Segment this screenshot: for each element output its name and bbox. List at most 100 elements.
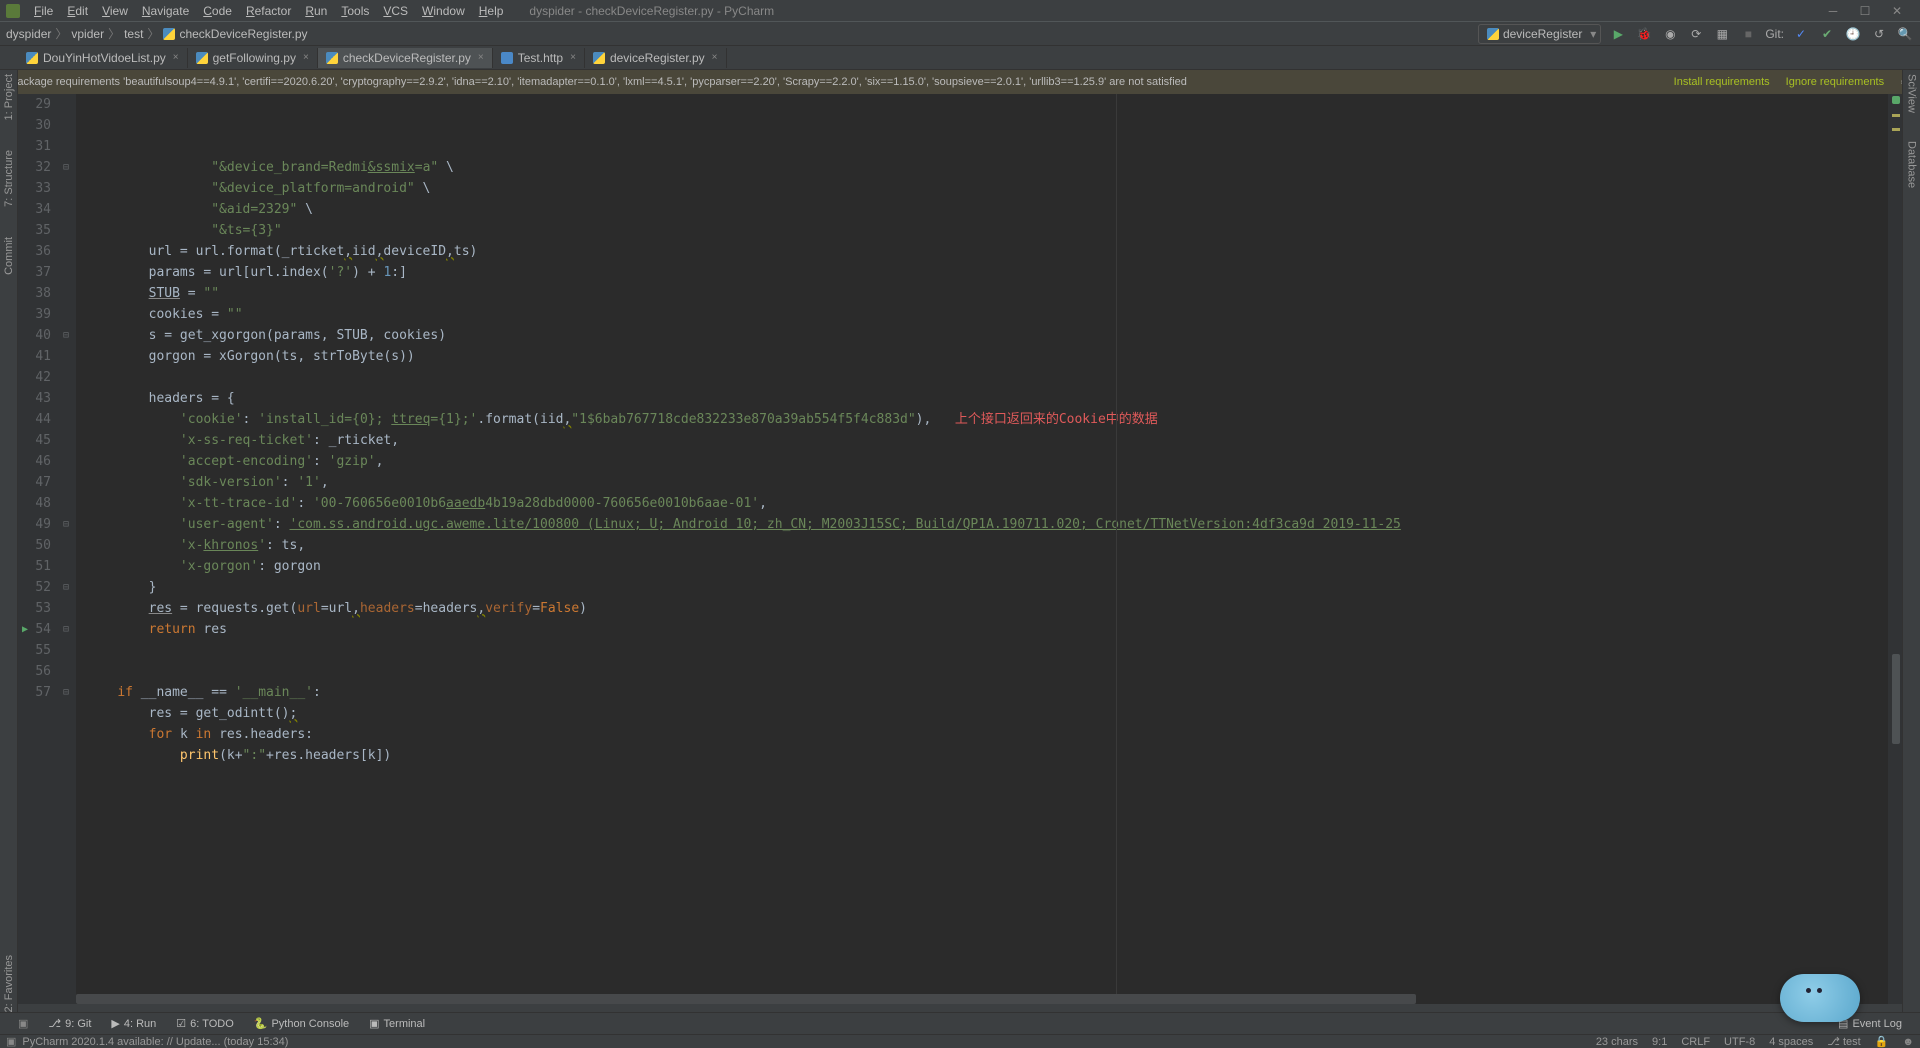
menu-code[interactable]: Code [197,2,238,20]
menu-vcs[interactable]: VCS [377,2,414,20]
fold-toggle-icon[interactable]: ⊟ [63,619,69,640]
tab-close-icon[interactable]: × [476,52,484,63]
tool-window-quick-access-icon[interactable]: ▣ [18,1017,28,1030]
read-only-toggle-icon[interactable]: 🔒 [1875,1035,1889,1048]
fold-toggle-icon[interactable]: ⊟ [63,577,69,598]
editor[interactable]: 29303132⊟3334353637383940⊟41424344454647… [18,94,1902,1004]
status-git-branch[interactable]: ⎇ test [1827,1035,1860,1048]
fold-toggle-icon[interactable]: ⊟ [63,157,69,178]
code-line[interactable]: s = get_xgorgon(params, STUB, cookies) [76,325,1888,346]
code-line[interactable]: url = url.format(_rticket,iid,deviceID,t… [76,241,1888,262]
coverage-button[interactable]: ◉ [1661,25,1679,43]
code-line[interactable] [76,640,1888,661]
line-number[interactable]: 52⊟ [18,577,75,598]
line-number[interactable]: 48 [18,493,75,514]
fold-toggle-icon[interactable]: ⊟ [63,682,69,703]
horizontal-scrollbar[interactable] [76,994,1874,1004]
code-line[interactable]: 'x-ss-req-ticket': _rticket, [76,430,1888,451]
close-button[interactable]: ✕ [1886,0,1908,22]
git-commit-button[interactable]: ✔ [1818,25,1836,43]
editor-tab[interactable]: Test.http× [493,48,585,68]
git-update-button[interactable]: ✓ [1792,25,1810,43]
vscroll-thumb[interactable] [1892,654,1900,744]
code-line[interactable]: print(k+":"+res.headers[k]) [76,745,1888,766]
tool-favorites[interactable]: 2: Favorites [3,955,15,1012]
code-line[interactable]: 'x-gorgon': gorgon [76,556,1888,577]
code-line[interactable]: "&ts={3}" [76,220,1888,241]
fold-toggle-icon[interactable]: ⊟ [63,514,69,535]
code-line[interactable] [76,367,1888,388]
line-number[interactable]: 40⊟ [18,325,75,346]
line-number[interactable]: 54⊟▶ [18,619,75,640]
line-number[interactable]: 39 [18,304,75,325]
line-number[interactable]: 50 [18,535,75,556]
warning-marker[interactable] [1892,114,1900,117]
line-number[interactable]: 29 [18,94,75,115]
line-number[interactable]: 49⊟ [18,514,75,535]
menu-refactor[interactable]: Refactor [240,2,297,20]
run-button[interactable]: ▶ [1609,25,1627,43]
editor-tab[interactable]: deviceRegister.py× [585,48,727,68]
menu-window[interactable]: Window [416,2,471,20]
line-number[interactable]: 31 [18,136,75,157]
code-line[interactable]: if __name__ == '__main__': [76,682,1888,703]
code-line[interactable]: "&device_platform=android" \ [76,178,1888,199]
editor-tab[interactable]: checkDeviceRegister.py× [318,48,493,68]
tool-sciview[interactable]: SciView [1906,74,1918,113]
code-line[interactable]: 'sdk-version': '1', [76,472,1888,493]
line-number[interactable]: 53 [18,598,75,619]
line-number[interactable]: 43 [18,388,75,409]
python-console-tool-window[interactable]: 🐍 Python Console [254,1017,349,1030]
line-number[interactable]: 47 [18,472,75,493]
line-number[interactable]: 33 [18,178,75,199]
line-number[interactable]: 42 [18,367,75,388]
code-line[interactable]: STUB = "" [76,283,1888,304]
code-line[interactable]: res = requests.get(url=url,headers=heade… [76,598,1888,619]
ignore-requirements-link[interactable]: Ignore requirements [1786,76,1884,88]
run-line-icon[interactable]: ▶ [22,619,28,640]
line-number[interactable]: 46 [18,451,75,472]
status-update[interactable]: PyCharm 2020.1.4 available: // Update...… [22,1036,288,1048]
line-number[interactable]: 51 [18,556,75,577]
code-line[interactable]: cookies = "" [76,304,1888,325]
tab-close-icon[interactable]: × [301,52,309,63]
line-number[interactable]: 36 [18,241,75,262]
code-line[interactable]: "&aid=2329" \ [76,199,1888,220]
run-config-combo[interactable]: deviceRegister [1478,24,1601,44]
code-line[interactable]: return res [76,619,1888,640]
editor-tab[interactable]: getFollowing.py× [188,48,318,68]
code-line[interactable]: params = url[url.index('?') + 1:] [76,262,1888,283]
maximize-button[interactable]: ☐ [1854,0,1876,22]
line-number[interactable]: 35 [18,220,75,241]
tool-commit[interactable]: Commit [3,237,15,275]
code-line[interactable]: 'cookie': 'install_id={0}; ttreq={1};'.f… [76,409,1888,430]
git-tool-window[interactable]: ⎇ 9: Git [48,1017,91,1030]
tool-project[interactable]: 1: Project [3,74,15,120]
code-line[interactable]: } [76,577,1888,598]
git-revert-button[interactable]: ↺ [1870,25,1888,43]
breadcrumb-item[interactable]: vpider [71,27,104,41]
code-line[interactable]: res = get_odintt(); [76,703,1888,724]
code-line[interactable]: for k in res.headers: [76,724,1888,745]
status-indent[interactable]: 4 spaces [1769,1036,1813,1048]
status-line-sep[interactable]: CRLF [1681,1036,1710,1048]
code-line[interactable]: gorgon = xGorgon(ts, strToByte(s)) [76,346,1888,367]
debug-button[interactable]: 🐞 [1635,25,1653,43]
status-encoding[interactable]: UTF-8 [1724,1036,1755,1048]
profile-button[interactable]: ⟳ [1687,25,1705,43]
minimize-button[interactable]: ─ [1822,0,1844,22]
status-inspections-icon[interactable]: ☻ [1902,1036,1914,1048]
line-number[interactable]: 57⊟ [18,682,75,703]
fold-toggle-icon[interactable]: ⊟ [63,325,69,346]
line-number[interactable]: 56 [18,661,75,682]
run-tool-window[interactable]: ▶ 4: Run [111,1017,156,1030]
code-line[interactable]: 'user-agent': 'com.ss.android.ugc.aweme.… [76,514,1888,535]
menu-tools[interactable]: Tools [335,2,375,20]
tool-windows-toggle-icon[interactable]: ▣ [6,1035,16,1048]
menu-help[interactable]: Help [473,2,510,20]
breadcrumb-item[interactable]: dyspider [6,27,51,41]
line-number[interactable]: 44 [18,409,75,430]
breadcrumb-file[interactable]: checkDeviceRegister.py [163,27,307,41]
breadcrumb-item[interactable]: test [124,27,143,41]
code-line[interactable]: 'accept-encoding': 'gzip', [76,451,1888,472]
